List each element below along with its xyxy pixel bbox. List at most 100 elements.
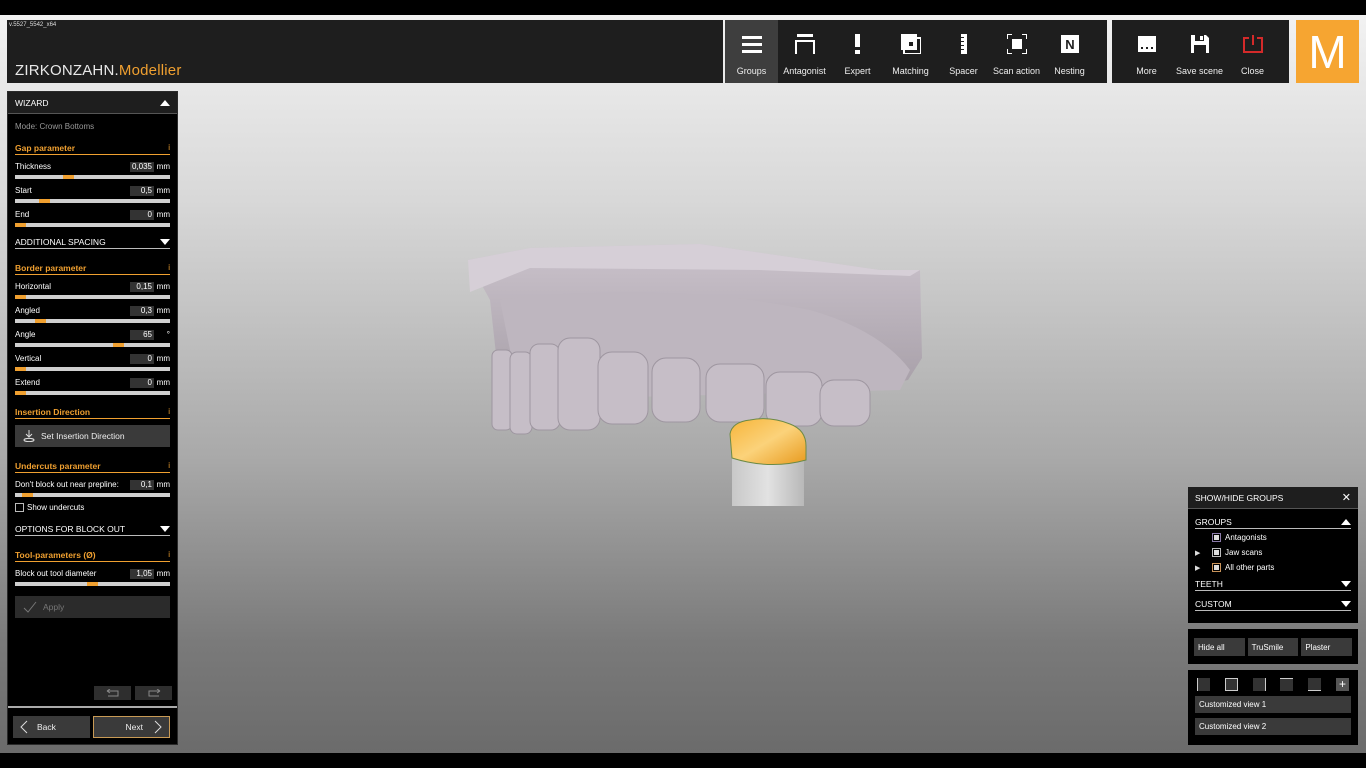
slider-handle[interactable] <box>15 367 26 371</box>
info-icon[interactable]: i <box>168 550 170 560</box>
group-item[interactable]: Antagonists <box>1188 530 1358 545</box>
info-icon[interactable]: i <box>168 461 170 471</box>
param-slider[interactable] <box>15 582 170 586</box>
param-value-input[interactable]: 0 <box>130 353 154 364</box>
visibility-checkbox[interactable] <box>1212 548 1221 557</box>
view-right-icon[interactable] <box>1252 677 1266 691</box>
param-slider[interactable] <box>15 343 170 347</box>
slider-handle[interactable] <box>62 175 74 179</box>
wizard-header[interactable]: WIZARD <box>8 92 177 114</box>
slider-handle[interactable] <box>15 223 26 227</box>
view-front-icon[interactable] <box>1224 677 1238 691</box>
param-row: Block out tool diameter 1,05 mm <box>15 568 170 579</box>
close-button[interactable]: Close <box>1226 20 1279 83</box>
view-top-icon[interactable] <box>1280 677 1294 691</box>
param-value-input[interactable]: 0,15 <box>130 281 154 292</box>
param-value-input[interactable]: 0,1 <box>130 479 154 490</box>
back-button[interactable]: Back <box>13 716 90 738</box>
visibility-checkbox[interactable] <box>1212 563 1221 572</box>
antagonist-button[interactable]: Antagonist <box>778 20 831 83</box>
spacer-button[interactable]: Spacer <box>937 20 990 83</box>
gap-section-title: Gap parameter <box>15 143 75 153</box>
parameter-end: End 0 mm <box>8 209 177 227</box>
param-slider[interactable] <box>15 391 170 395</box>
param-value-input[interactable]: 65 <box>130 329 154 340</box>
visibility-checkbox[interactable] <box>1212 533 1221 542</box>
param-value-input[interactable]: 1,05 <box>130 568 154 579</box>
antagonist-label: Antagonist <box>783 66 826 76</box>
slider-handle[interactable] <box>87 582 98 586</box>
close-icon[interactable]: ✕ <box>1342 491 1351 504</box>
group-item[interactable]: ▶ Jaw scans <box>1188 545 1358 560</box>
app-header: v.5527_5542_x64 ZIRKONZAHN.Modellier <box>7 20 723 83</box>
info-icon[interactable]: i <box>168 263 170 273</box>
block-out-options-header[interactable]: OPTIONS FOR BLOCK OUT <box>15 524 170 536</box>
slider-handle[interactable] <box>15 295 26 299</box>
add-view-icon[interactable]: + <box>1335 677 1349 691</box>
next-button[interactable]: Next <box>93 716 170 738</box>
scan-action-button[interactable]: Scan action <box>990 20 1043 83</box>
expand-arrow-icon[interactable]: ▶ <box>1195 549 1212 557</box>
undo-button[interactable] <box>94 686 131 700</box>
set-insertion-direction-button[interactable]: Set Insertion Direction <box>15 425 170 447</box>
plaster-button[interactable]: Plaster <box>1301 638 1353 656</box>
save-scene-button[interactable]: Save scene <box>1173 20 1226 83</box>
group-item[interactable]: ▶ All other parts <box>1188 560 1358 575</box>
show-undercuts-checkbox[interactable]: Show undercuts <box>8 503 177 512</box>
info-icon[interactable]: i <box>168 143 170 153</box>
param-slider[interactable] <box>15 223 170 227</box>
slider-handle[interactable] <box>35 319 47 323</box>
additional-spacing-header[interactable]: ADDITIONAL SPACING <box>15 237 170 249</box>
param-value-group: 0,15 mm <box>130 281 170 292</box>
more-button[interactable]: More <box>1120 20 1173 83</box>
custom-section-header[interactable]: CUSTOM <box>1195 599 1351 611</box>
dental-model-3d[interactable] <box>460 240 930 510</box>
set-insertion-direction-label: Set Insertion Direction <box>41 431 125 441</box>
param-row: End 0 mm <box>15 209 170 220</box>
view-bottom-icon[interactable] <box>1308 677 1322 691</box>
param-slider[interactable] <box>15 319 170 323</box>
redo-button[interactable] <box>135 686 172 700</box>
slider-handle[interactable] <box>39 199 51 203</box>
info-icon[interactable]: i <box>168 407 170 417</box>
customized-view-2-button[interactable]: Customized view 2 <box>1195 718 1351 735</box>
view-left-icon[interactable] <box>1197 677 1210 691</box>
parameter-thickness: Thickness 0,035 mm <box>8 161 177 179</box>
matching-icon <box>900 33 922 55</box>
customized-view-1-button[interactable]: Customized view 1 <box>1195 696 1351 713</box>
collapse-up-icon[interactable] <box>160 99 170 106</box>
slider-handle[interactable] <box>22 493 34 497</box>
param-slider[interactable] <box>15 367 170 371</box>
param-value-input[interactable]: 0 <box>130 377 154 388</box>
border-parameter-section: Border parameter i <box>15 263 170 275</box>
expert-button[interactable]: Expert <box>831 20 884 83</box>
param-slider[interactable] <box>15 493 170 497</box>
param-value-input[interactable]: 0 <box>130 209 154 220</box>
parameter-vertical: Vertical 0 mm <box>8 353 177 371</box>
param-slider[interactable] <box>15 295 170 299</box>
param-value-group: 0,5 mm <box>130 185 170 196</box>
slider-handle[interactable] <box>15 391 26 395</box>
groups-section-header[interactable]: GROUPS <box>1195 517 1351 529</box>
param-value-input[interactable]: 0,035 <box>129 161 154 172</box>
groups-label: Groups <box>736 66 767 76</box>
expand-arrow-icon[interactable]: ▶ <box>1195 564 1212 572</box>
back-label: Back <box>37 722 56 732</box>
groups-button[interactable]: Groups <box>725 20 778 83</box>
matching-button[interactable]: Matching <box>884 20 937 83</box>
param-slider[interactable] <box>15 199 170 203</box>
nesting-button[interactable]: N Nesting <box>1043 20 1096 83</box>
hide-all-button[interactable]: Hide all <box>1194 638 1245 656</box>
param-slider[interactable] <box>15 175 170 179</box>
floppy-save-icon <box>1189 33 1211 55</box>
teeth-section-header[interactable]: TEETH <box>1195 579 1351 591</box>
apply-button[interactable]: Apply <box>15 596 170 618</box>
trusmile-button[interactable]: TruSmile <box>1247 638 1299 656</box>
slider-handle[interactable] <box>112 343 124 347</box>
insertion-arrow-icon <box>23 430 35 442</box>
param-value-input[interactable]: 0,5 <box>130 185 154 196</box>
param-value-input[interactable]: 0,3 <box>130 305 154 316</box>
param-label: Vertical <box>15 354 42 363</box>
checkbox-box[interactable] <box>15 503 24 512</box>
parameter-angled: Angled 0,3 mm <box>8 305 177 323</box>
